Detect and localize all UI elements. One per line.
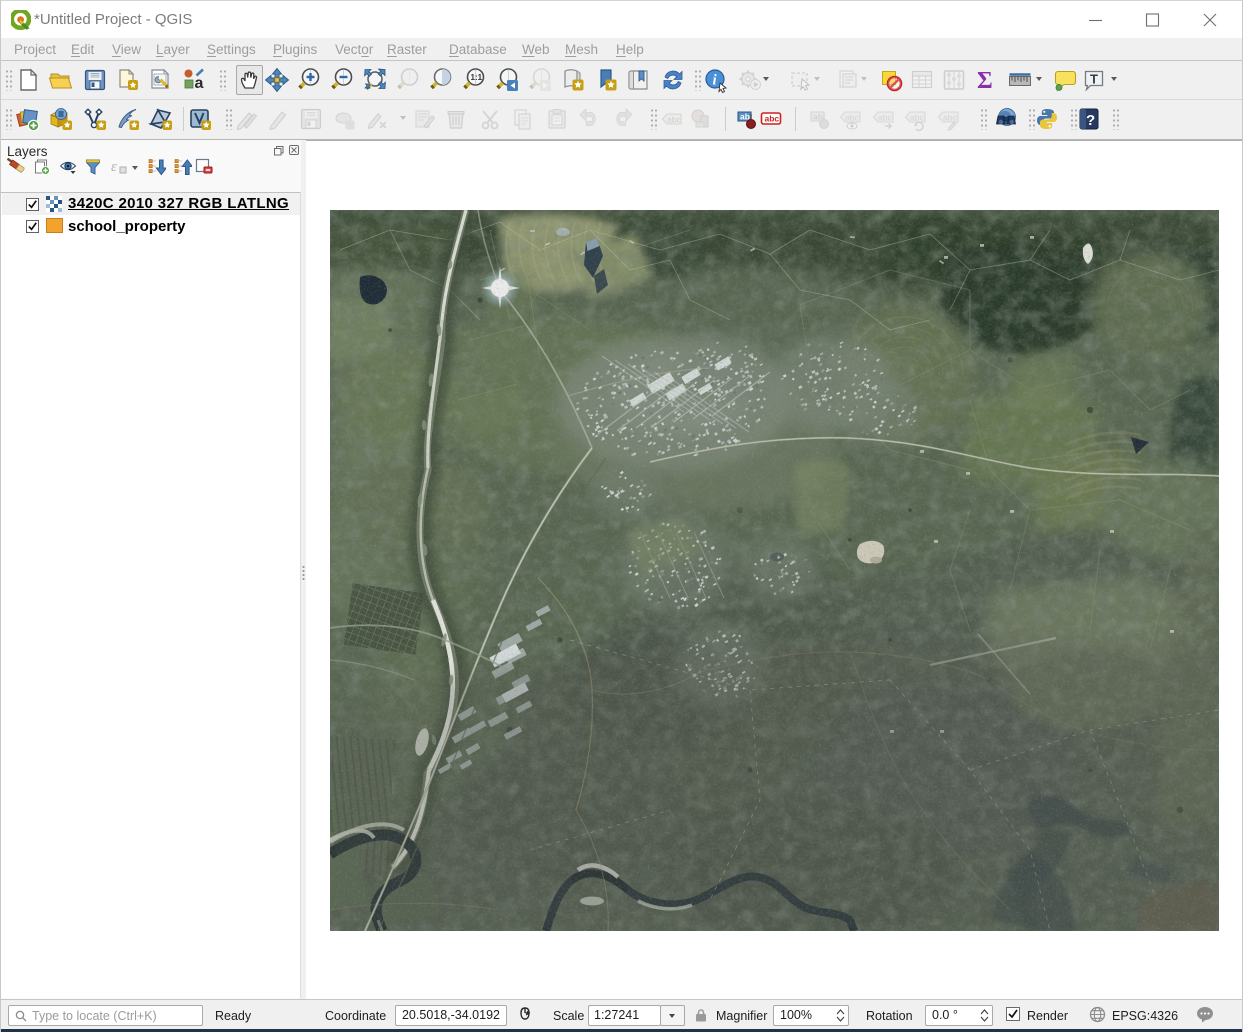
svg-text:abc: abc [910,113,924,123]
svg-text:abc: abc [878,113,892,123]
svg-text:abc: abc [845,113,859,123]
svg-text:Σ: Σ [977,68,993,93]
svg-text:?: ? [1086,112,1095,129]
svg-text:T: T [1090,72,1098,87]
svg-text:abc: abc [667,115,681,125]
svg-text:ε: ε [111,159,117,175]
svg-text:a: a [195,75,204,92]
svg-text:1:1: 1:1 [471,73,483,82]
svg-text:abc: abc [765,114,780,124]
svg-text:abc: abc [943,113,957,123]
